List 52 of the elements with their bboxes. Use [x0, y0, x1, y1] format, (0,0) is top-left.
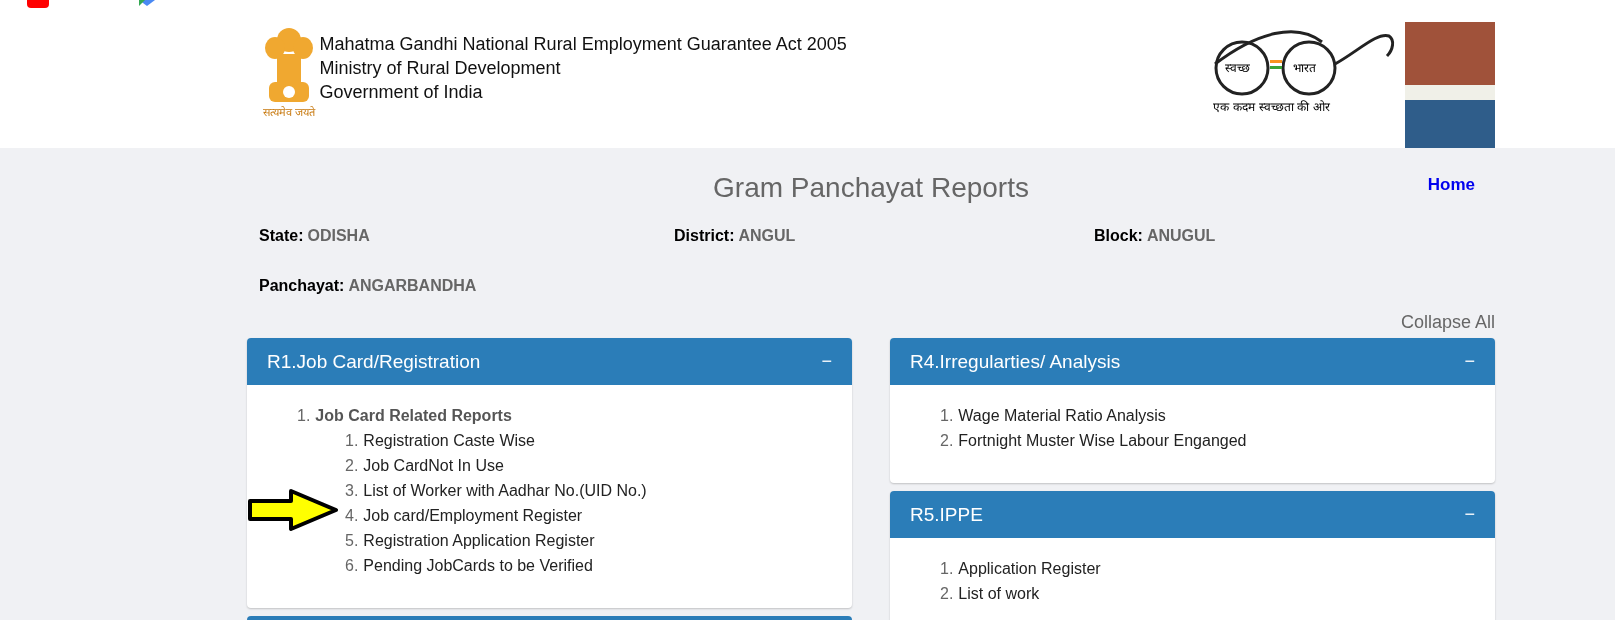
- field-value: ANUGUL: [1146, 227, 1216, 244]
- map-bookmark-icon[interactable]: [139, 0, 155, 6]
- header-title-line: Mahatma Gandhi National Rural Employment Guarantee Act 2005: [319, 33, 847, 56]
- item-number: 5.: [345, 531, 359, 551]
- field-label: Panchayat:: [259, 277, 345, 294]
- logo-word: भारत: [1293, 60, 1316, 76]
- field-value: ANGUL: [738, 227, 796, 244]
- panel-title: R1.Job Card/Registration: [267, 350, 481, 373]
- collapse-toggle[interactable]: −: [1464, 351, 1475, 372]
- collapse-all-link[interactable]: Collapse All: [1400, 310, 1495, 334]
- panel-header[interactable]: R4.Irregularties/ Analysis −: [890, 338, 1495, 385]
- report-link[interactable]: Wage Material Ratio Analysis: [958, 403, 1166, 428]
- group-heading: Job Card Related Reports: [315, 406, 512, 426]
- report-link[interactable]: Fortnight Muster Wise Labour Enganged: [958, 428, 1247, 453]
- report-link[interactable]: Job CardNot In Use: [363, 453, 504, 478]
- logo-word: स्वच्छ: [1225, 60, 1250, 76]
- report-link[interactable]: Application Register: [958, 556, 1101, 581]
- report-link[interactable]: Registration Application Register: [363, 528, 595, 553]
- logo-tagline: एक कदम स्वच्छता की ओर: [1213, 99, 1331, 115]
- panel-title: R4.Irregularties/ Analysis: [910, 350, 1121, 373]
- field-value: ANGARBANDHA: [348, 277, 477, 294]
- collapse-toggle[interactable]: −: [1464, 504, 1475, 525]
- video-bookmark-icon[interactable]: [27, 0, 49, 8]
- page-title: Gram Panchayat Reports: [713, 171, 1029, 205]
- report-link[interactable]: Registration Caste Wise: [363, 428, 535, 453]
- item-number: 1.: [940, 406, 954, 426]
- report-link[interactable]: List of work: [958, 581, 1040, 606]
- item-number: 3.: [345, 481, 359, 501]
- emblem-motto: सत्यमेव जयते: [263, 106, 316, 119]
- report-link[interactable]: List of Worker with Aadhar No.(UID No.): [363, 478, 647, 503]
- home-link[interactable]: Home: [1427, 175, 1475, 195]
- report-link[interactable]: Job card/Employment Register: [363, 503, 583, 528]
- panel-title: R5.IPPE: [910, 503, 983, 526]
- item-number: 6.: [345, 556, 359, 576]
- item-number: 1.: [345, 431, 359, 451]
- collapse-toggle[interactable]: −: [821, 351, 832, 372]
- field-label: District:: [674, 227, 735, 244]
- header-title-line: Government of India: [319, 81, 484, 104]
- item-number: 2.: [345, 456, 359, 476]
- field-value: ODISHA: [307, 227, 370, 244]
- item-number: 2.: [940, 431, 954, 451]
- item-number: 2.: [940, 584, 954, 604]
- pointer-arrow-icon: [247, 488, 339, 532]
- field-label: Block:: [1094, 227, 1143, 244]
- item-number: 1.: [297, 406, 311, 426]
- report-link[interactable]: Pending JobCards to be Verified: [363, 553, 593, 578]
- item-number: 1.: [940, 559, 954, 579]
- item-number: 4.: [345, 506, 359, 526]
- panel-header[interactable]: R5.IPPE −: [890, 491, 1495, 538]
- panel-header[interactable]: R1.Job Card/Registration −: [247, 338, 852, 385]
- header-title-line: Ministry of Rural Development: [319, 57, 562, 80]
- field-label: State:: [259, 227, 304, 244]
